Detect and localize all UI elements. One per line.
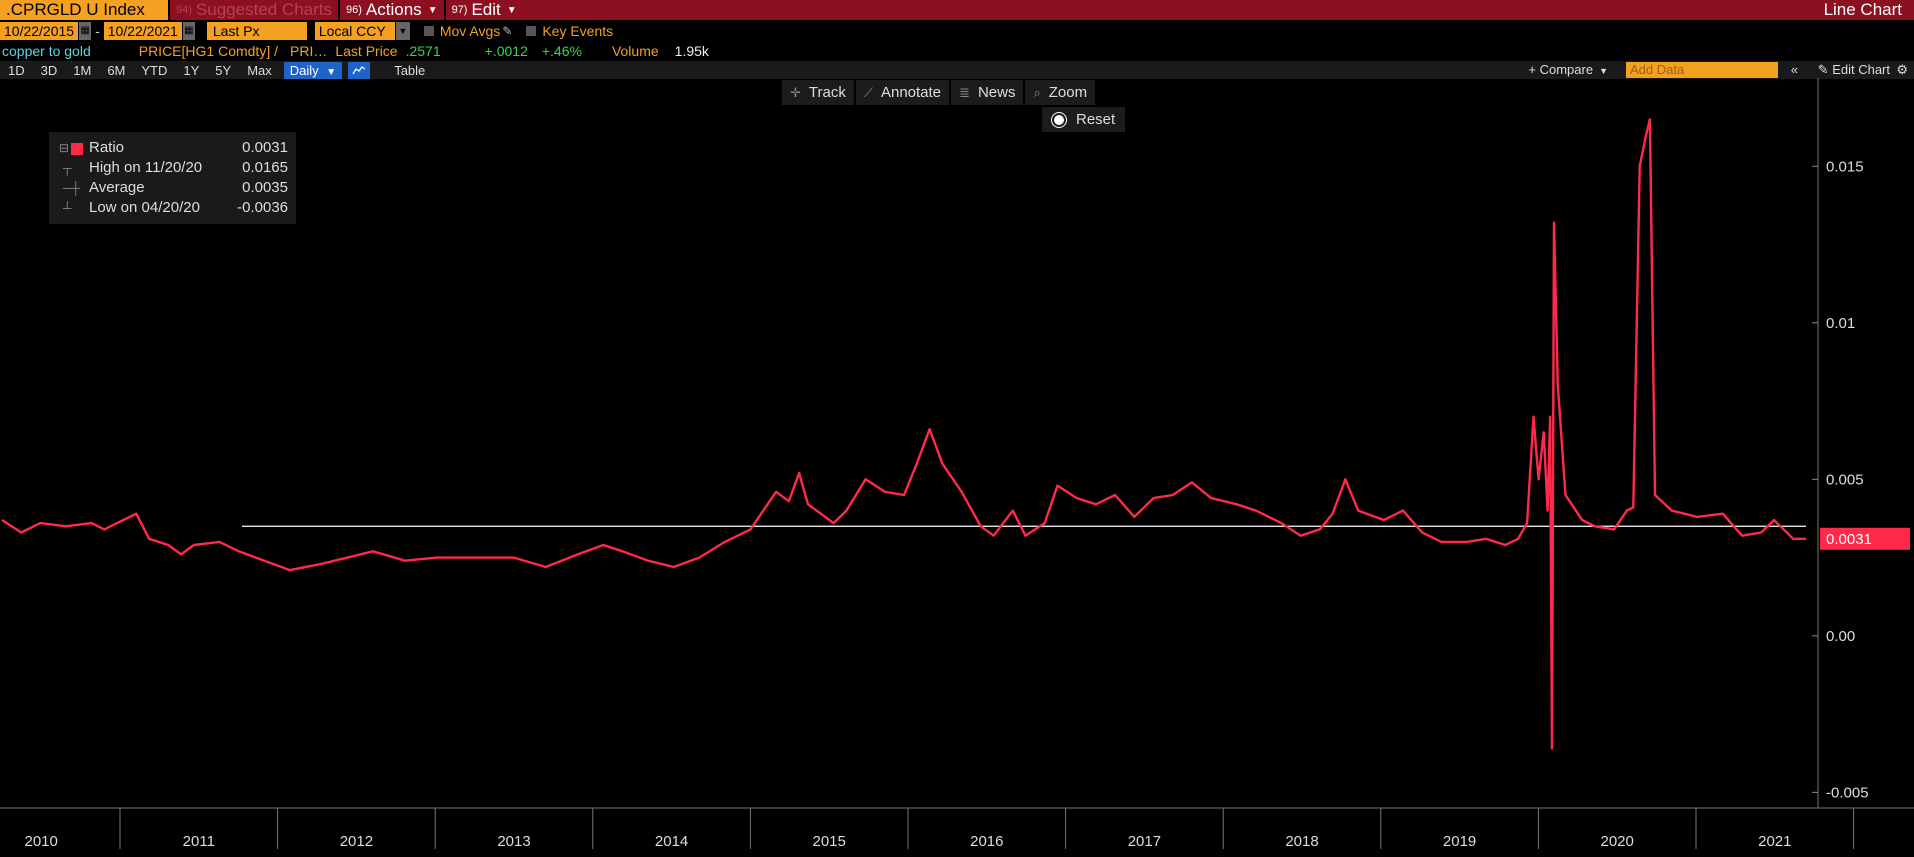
y-tick-label: 0.01 [1826,315,1855,332]
y-tick-label: -0.005 [1826,784,1869,801]
x-tick-label: 2013 [497,833,530,850]
x-tick-label: 2021 [1758,833,1791,850]
x-tick-label: 2015 [813,833,846,850]
x-tick-label: 2011 [183,833,215,850]
last-value-tag-label: 0.0031 [1826,531,1872,548]
x-tick-label: 2010 [25,833,58,850]
x-tick-label: 2016 [970,833,1003,850]
series-line-ratio [1,118,1806,750]
x-tick-label: 2012 [340,833,373,850]
x-tick-label: 2019 [1443,833,1476,850]
x-tick-label: 2017 [1128,833,1161,850]
x-axis: 2010 2011 2012 2013 2014 2015 2016 2017 2018 2019… [0,807,1914,850]
y-tick-label: 0.00 [1826,628,1855,645]
y-tick-label: 0.005 [1826,471,1864,488]
line-chart[interactable]: 0.0150.010.0050.00-0.005 2010 2011 2012 201… [0,0,1914,857]
x-tick-label: 2020 [1601,833,1634,850]
last-value-tag: 0.0031 [1820,527,1910,550]
y-axis: 0.015 0.01 0.005 0.00 -0.005 [1812,78,1869,808]
x-tick-label: 2014 [655,833,688,850]
y-tick-label: 0.015 [1826,158,1864,175]
x-tick-label: 2018 [1285,833,1318,850]
